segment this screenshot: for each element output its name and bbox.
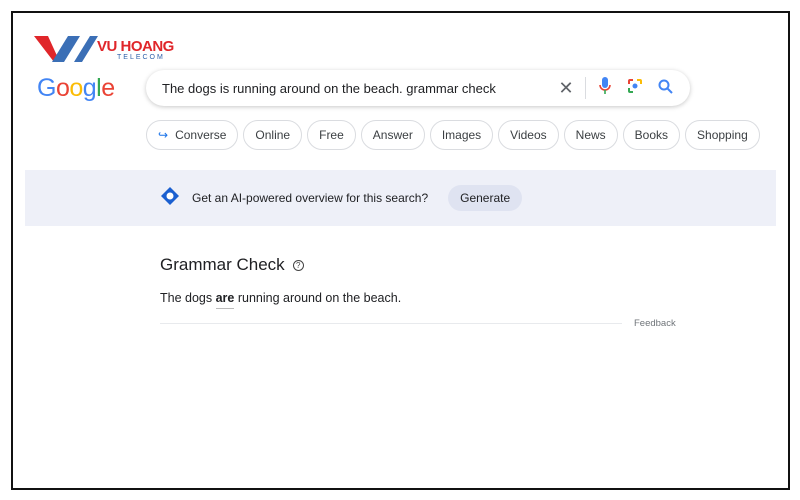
search-box[interactable]: The dogs is running around on the beach.… bbox=[146, 70, 690, 106]
chip-images[interactable]: Images bbox=[429, 120, 494, 150]
chip-videos[interactable]: Videos bbox=[498, 120, 559, 150]
logo-letter: o bbox=[69, 74, 83, 102]
lens-icon[interactable] bbox=[620, 78, 650, 98]
divider bbox=[585, 77, 586, 99]
watermark-brand: VU HOANG bbox=[97, 38, 174, 55]
ai-overview-prompt: Get an AI-powered overview for this sear… bbox=[160, 185, 523, 211]
header-area bbox=[25, 150, 776, 170]
feedback-link[interactable]: Feedback bbox=[634, 318, 676, 329]
chip-free[interactable]: Free bbox=[307, 120, 356, 150]
chip-answer[interactable]: Answer bbox=[360, 120, 425, 150]
chip-books[interactable]: Books bbox=[622, 120, 681, 150]
chip-news[interactable]: News bbox=[563, 120, 618, 150]
filter-chips: ↪ Converse Online Free Answer Images Vide… bbox=[146, 120, 760, 150]
grammar-check-title: Grammar Check ? bbox=[160, 255, 304, 275]
chip-converse[interactable]: ↪ Converse bbox=[146, 120, 239, 150]
google-logo[interactable]: Google bbox=[37, 74, 115, 103]
correction-word: are bbox=[215, 291, 235, 309]
converse-arrow-icon: ↪ bbox=[158, 128, 169, 142]
generate-button[interactable]: Generate bbox=[448, 185, 523, 211]
chip-label: Converse bbox=[175, 128, 227, 142]
ai-overview-text: Get an AI-powered overview for this sear… bbox=[192, 191, 429, 205]
logo-letter: g bbox=[82, 74, 97, 102]
mic-icon[interactable] bbox=[590, 77, 620, 99]
logo-letter: e bbox=[101, 74, 115, 102]
search-icon[interactable] bbox=[650, 79, 680, 98]
search-input[interactable]: The dogs is running around on the beach.… bbox=[162, 81, 551, 96]
sentence-after: running around on the beach. bbox=[234, 291, 402, 305]
chip-online[interactable]: Online bbox=[243, 120, 303, 150]
logo-letter: o bbox=[55, 74, 70, 102]
grammar-check-heading: Grammar Check bbox=[160, 255, 285, 274]
divider bbox=[160, 323, 622, 324]
sentence-before: The dogs bbox=[160, 291, 216, 305]
chip-shopping[interactable]: Shopping bbox=[685, 120, 760, 150]
close-icon[interactable]: ✕ bbox=[551, 78, 581, 99]
logo-letter: G bbox=[37, 74, 56, 102]
corrected-sentence: The dogs are running around on the beach… bbox=[160, 291, 402, 309]
help-icon[interactable]: ? bbox=[292, 259, 304, 271]
watermark-sub: TELECOM bbox=[117, 54, 165, 61]
gemini-sparkle-icon bbox=[160, 186, 180, 211]
